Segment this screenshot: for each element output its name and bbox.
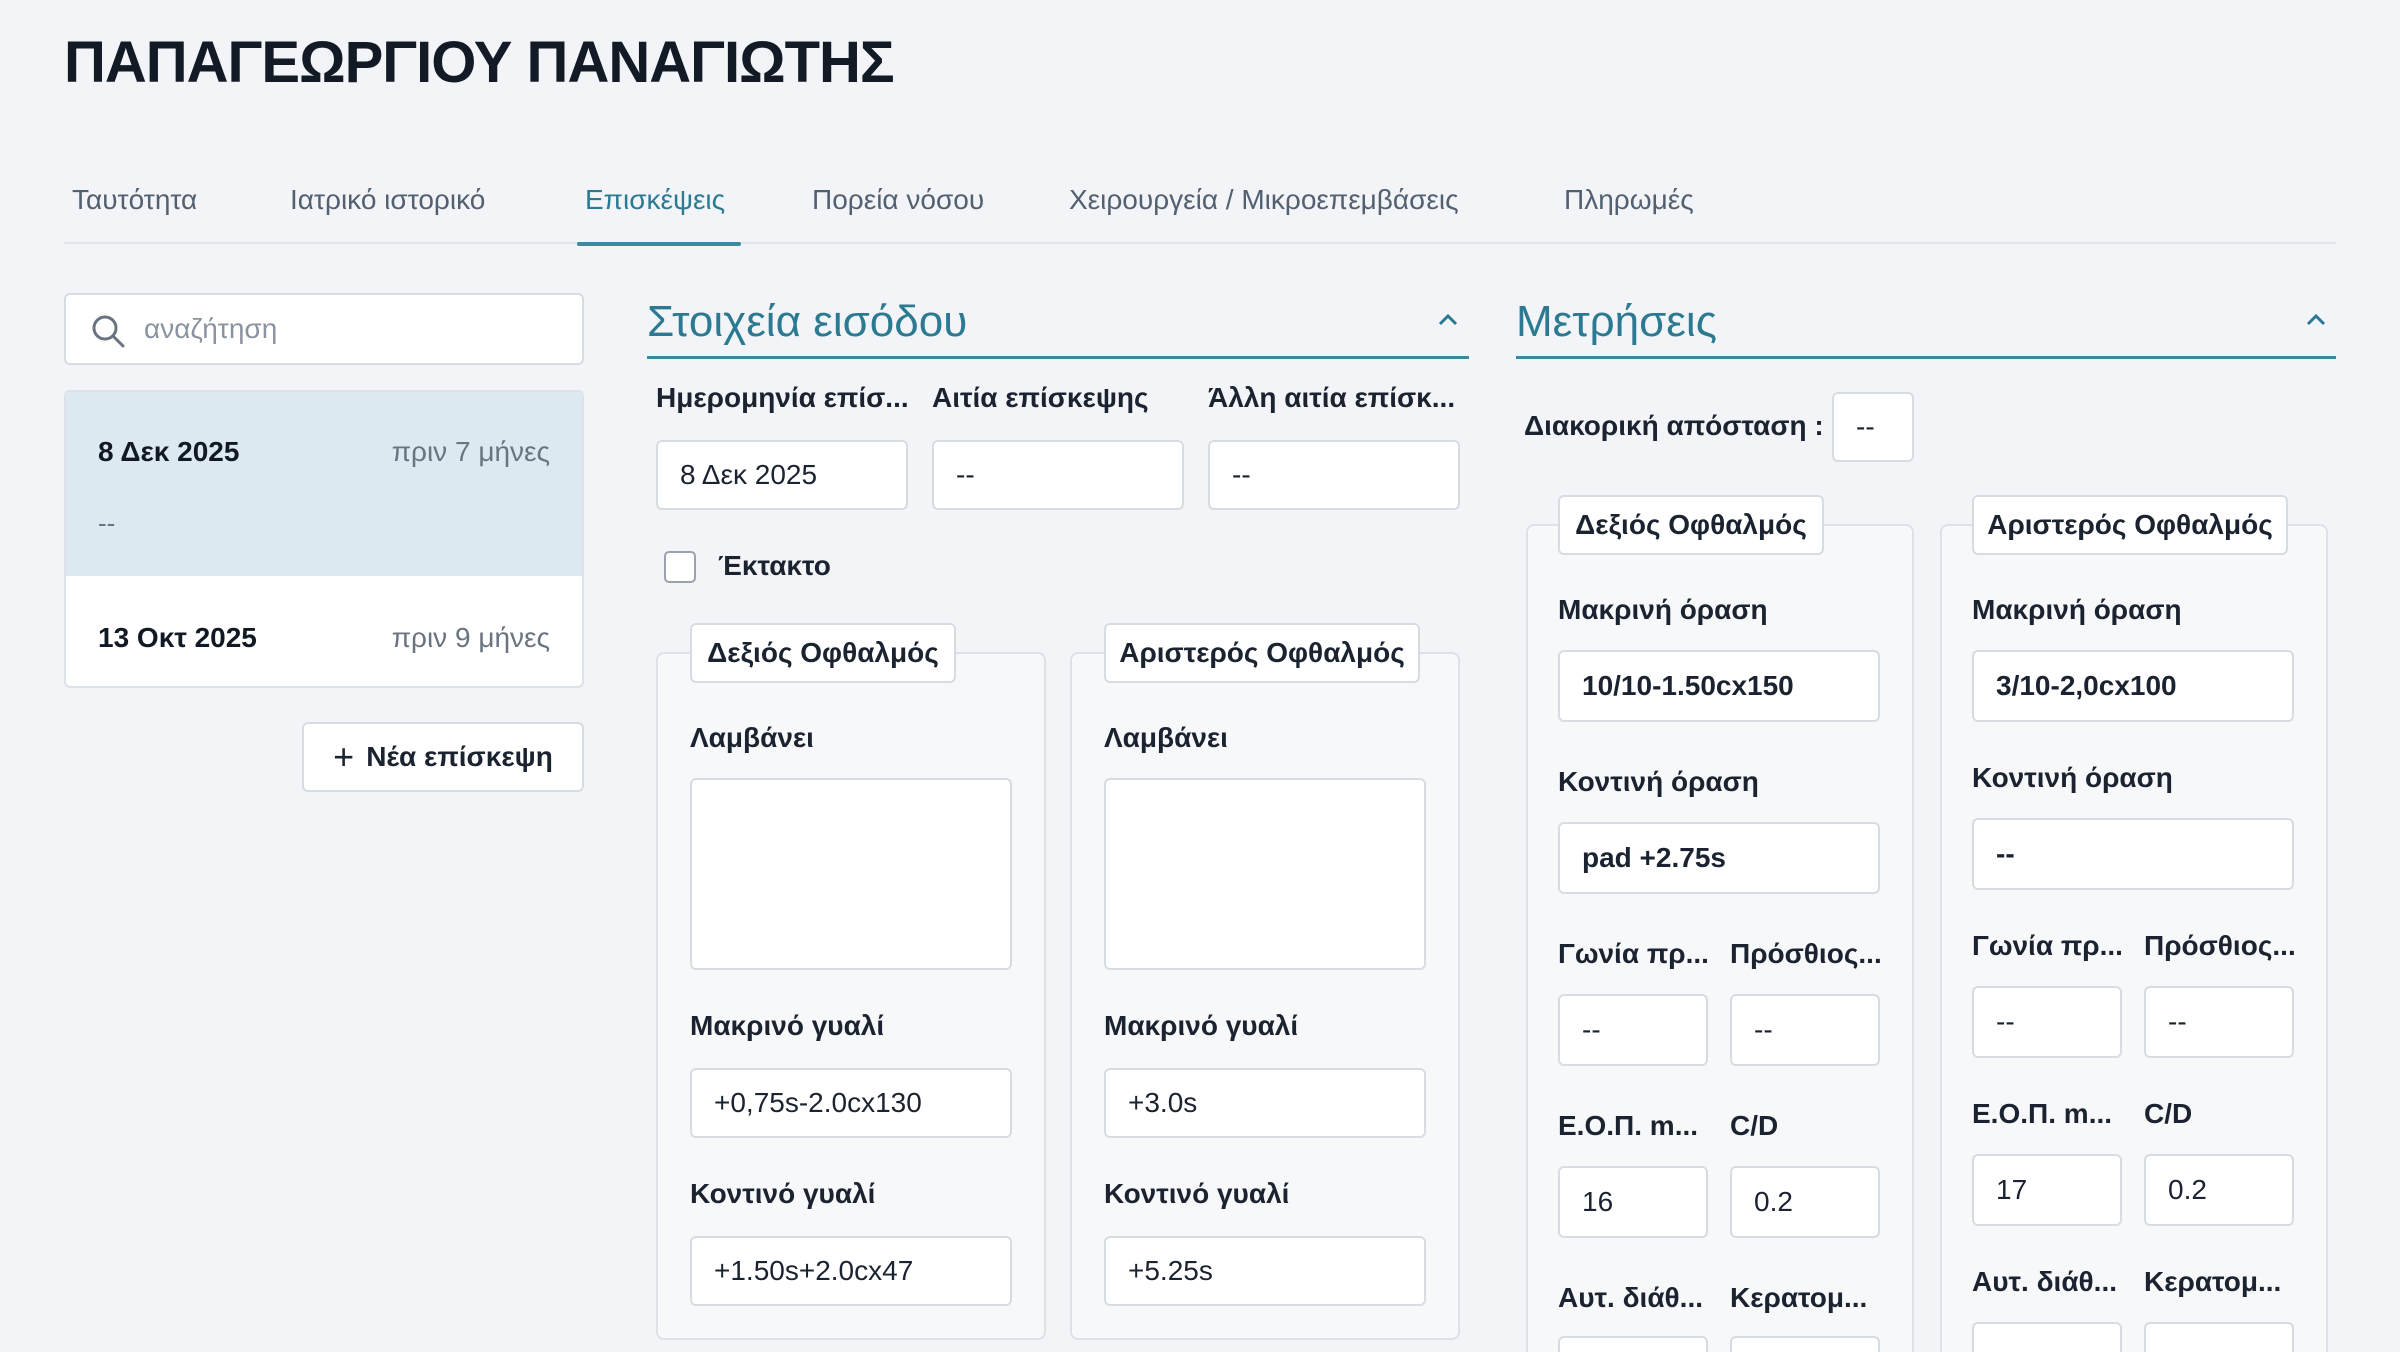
visit-list: 8 Δεκ 2025 πριν 7 μήνες -- 13 Οκτ 2025 π… (64, 390, 584, 688)
right-keratometry-label: Κερατομ... (1730, 1282, 1868, 1313)
visit-reason-field[interactable]: -- (932, 440, 1184, 510)
active-tab-indicator (577, 242, 741, 246)
entry-left-eye-title: Αριστερός Οφθαλμός (1104, 623, 1420, 683)
visit-item[interactable]: 13 Οκτ 2025 πριν 9 μήνες (66, 576, 582, 686)
right-far-vision-field[interactable]: 10/10-1.50cx150 (1558, 650, 1880, 722)
plus-icon: + (333, 736, 355, 777)
left-far-vision-label: Μακρινή όραση (1972, 594, 2182, 625)
visit-date: 13 Οκτ 2025 (98, 622, 257, 653)
left-iop-label: Ε.Ο.Π. m... (1972, 1098, 2113, 1129)
left-auto-field[interactable] (1972, 1322, 2122, 1352)
search-input[interactable] (144, 295, 564, 363)
right-cd-field[interactable]: 0.2 (1730, 1166, 1880, 1238)
tab-disease-course[interactable]: Πορεία νόσου (804, 172, 992, 228)
tab-identity[interactable]: Ταυτότητα (64, 172, 205, 228)
left-iop-field[interactable]: 17 (1972, 1154, 2122, 1226)
right-near-vision-field[interactable]: pad +2.75s (1558, 822, 1880, 894)
pd-field[interactable]: -- (1832, 392, 1914, 462)
entry-section-heading: Στοιχεία εισόδου (647, 297, 968, 346)
right-far-vision-label: Μακρινή όραση (1558, 594, 1768, 625)
new-visit-button[interactable]: + Νέα επίσκεψη (302, 722, 584, 792)
other-reason-field[interactable]: -- (1208, 440, 1460, 510)
right-angle-field[interactable]: -- (1558, 994, 1708, 1066)
left-takes-label: Λαμβάνει (1104, 722, 1228, 753)
left-near-glasses-field[interactable]: +5.25s (1104, 1236, 1426, 1306)
search-box (64, 293, 584, 365)
left-anterior-label: Πρόσθιος... (2144, 930, 2296, 961)
pd-label: Διακορική απόσταση : (1524, 410, 1824, 441)
search-icon (92, 315, 125, 348)
tab-medical-history[interactable]: Ιατρικό ιστορικό (282, 172, 493, 228)
left-far-glasses-label: Μακρινό γυαλί (1104, 1010, 1299, 1041)
right-cd-label: C/D (1730, 1110, 1779, 1141)
right-near-vision-label: Κοντινή όραση (1558, 766, 1759, 797)
entry-right-eye-title: Δεξιός Οφθαλμός (690, 623, 956, 683)
left-cd-field[interactable]: 0.2 (2144, 1154, 2294, 1226)
measurements-heading: Μετρήσεις (1516, 297, 1717, 346)
chevron-up-icon[interactable] (1432, 304, 1464, 336)
new-visit-label: Νέα επίσκεψη (366, 741, 553, 772)
left-angle-field[interactable]: -- (1972, 986, 2122, 1058)
right-auto-field[interactable] (1558, 1336, 1708, 1352)
visit-reason-label: Αιτία επίσκεψης (932, 382, 1149, 413)
meas-right-eye-title: Δεξιός Οφθαλμός (1558, 495, 1824, 555)
entry-section-divider (647, 356, 1469, 359)
tab-payments[interactable]: Πληρωμές (1556, 172, 1702, 228)
right-iop-field[interactable]: 16 (1558, 1166, 1708, 1238)
left-near-vision-field[interactable]: -- (1972, 818, 2294, 890)
left-auto-label: Αυτ. διάθ... (1972, 1266, 2118, 1297)
tab-visits[interactable]: Επισκέψεις (577, 172, 733, 228)
urgent-checkbox[interactable] (664, 551, 696, 583)
measurements-divider (1516, 356, 2336, 359)
right-takes-label: Λαμβάνει (690, 722, 814, 753)
visit-subtitle: -- (98, 508, 116, 538)
tab-surgeries[interactable]: Χειρουργεία / Μικροεπεμβάσεις (1061, 172, 1467, 228)
visit-item-selected[interactable]: 8 Δεκ 2025 πριν 7 μήνες -- (66, 392, 582, 576)
left-anterior-field[interactable]: -- (2144, 986, 2294, 1058)
right-anterior-field[interactable]: -- (1730, 994, 1880, 1066)
right-takes-field[interactable] (690, 778, 1012, 970)
right-auto-label: Αυτ. διάθ... (1558, 1282, 1704, 1313)
left-far-glasses-field[interactable]: +3.0s (1104, 1068, 1426, 1138)
visit-ago: πριν 7 μήνες (391, 436, 550, 467)
right-anterior-label: Πρόσθιος... (1730, 938, 1882, 969)
left-keratometry-field[interactable] (2144, 1322, 2294, 1352)
left-near-glasses-label: Κοντινό γυαλί (1104, 1178, 1290, 1209)
left-far-vision-field[interactable]: 3/10-2,0cx100 (1972, 650, 2294, 722)
right-iop-label: Ε.Ο.Π. m... (1558, 1110, 1699, 1141)
chevron-up-icon[interactable] (2300, 304, 2332, 336)
patient-name: ΠΑΠΑΓΕΩΡΓΙΟΥ ΠΑΝΑΓΙΩΤΗΣ (64, 30, 895, 95)
left-keratometry-label: Κερατομ... (2144, 1266, 2282, 1297)
right-angle-label: Γωνία πρ... (1558, 938, 1708, 969)
left-cd-label: C/D (2144, 1098, 2193, 1129)
visit-date-label: Ημερομηνία επίσ... (656, 382, 909, 413)
left-near-vision-label: Κοντινή όραση (1972, 762, 2173, 793)
left-takes-field[interactable] (1104, 778, 1426, 970)
right-near-glasses-field[interactable]: +1.50s+2.0cx47 (690, 1236, 1012, 1306)
left-angle-label: Γωνία πρ... (1972, 930, 2122, 961)
urgent-label: Έκτακτο (718, 550, 831, 581)
tab-bar: Ταυτότητα Ιατρικό ιστορικό Επισκέψεις Πο… (64, 160, 2336, 246)
meas-left-eye-title: Αριστερός Οφθαλμός (1972, 495, 2288, 555)
other-reason-label: Άλλη αιτία επίσκ... (1208, 382, 1456, 413)
right-near-glasses-label: Κοντινό γυαλί (690, 1178, 876, 1209)
right-far-glasses-field[interactable]: +0,75s-2.0cx130 (690, 1068, 1012, 1138)
visit-date-field[interactable]: 8 Δεκ 2025 (656, 440, 908, 510)
right-keratometry-field[interactable] (1730, 1336, 1880, 1352)
right-far-glasses-label: Μακρινό γυαλί (690, 1010, 885, 1041)
visit-ago: πριν 9 μήνες (391, 622, 550, 653)
visit-date: 8 Δεκ 2025 (98, 436, 240, 467)
